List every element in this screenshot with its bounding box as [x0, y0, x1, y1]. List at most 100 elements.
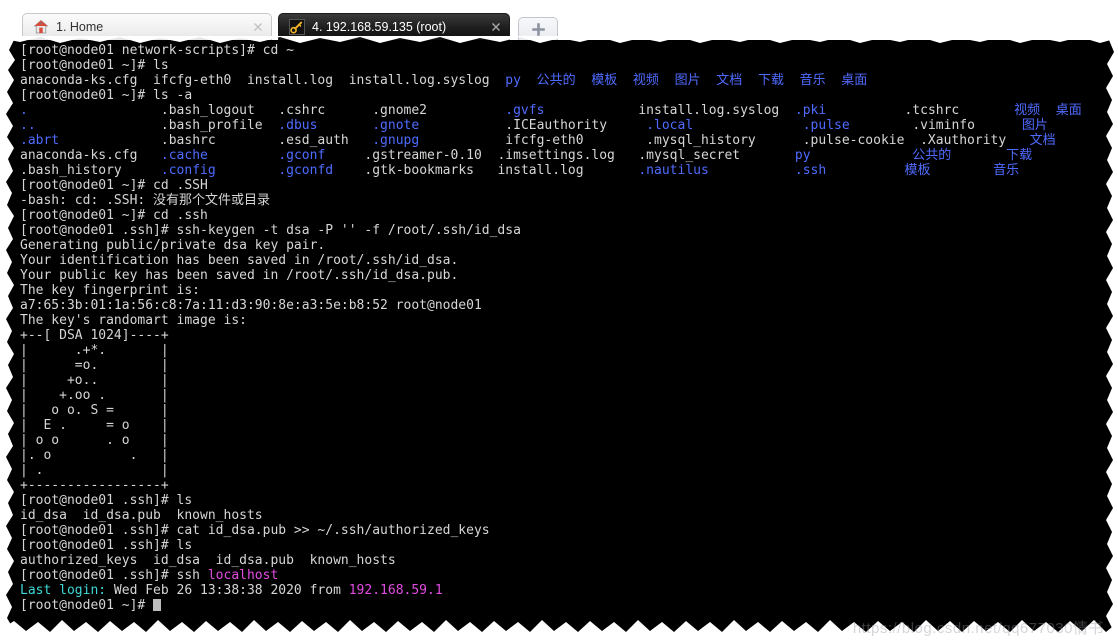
terminal-cursor	[153, 599, 162, 611]
terminal-text: 视频	[632, 73, 659, 88]
terminal-text: 视频	[1014, 103, 1041, 118]
terminal-line: [root@node01 ~]# ls -a	[20, 88, 1118, 103]
close-icon[interactable]	[489, 20, 503, 34]
terminal-text: 192.168.59.1	[348, 583, 443, 598]
terminal-text: .	[20, 103, 28, 118]
terminal-text: +--[ DSA 1024]----+	[20, 328, 169, 343]
terminal-text: .local	[646, 118, 694, 133]
terminal-line: | . |	[20, 463, 1118, 478]
terminal-text: The key's randomart image is:	[20, 313, 247, 328]
terminal-text: .bashrc .esd_auth	[59, 133, 373, 148]
terminal-text: .pki	[794, 103, 827, 118]
terminal-text: .tcshrc	[904, 103, 960, 118]
terminal-line: id_dsa id_dsa.pub known_hosts	[20, 508, 1118, 523]
terminal-text: 音乐	[993, 163, 1020, 178]
terminal-line: [root@node01 ~]# cd .ssh	[20, 208, 1118, 223]
terminal-text: [root@node01 ~]# cd .ssh	[20, 208, 208, 223]
terminal-line: | +.oo . |	[20, 388, 1118, 403]
terminal-text: .gstreamer-0.10 .imsettings.log .mysql_s…	[364, 148, 795, 163]
terminal-text: [root@node01 ~]# ls	[20, 58, 169, 73]
terminal-text: [root@node01 .ssh]# ssh-keygen -t dsa -P…	[20, 223, 521, 238]
terminal-text: | E . = o |	[20, 418, 169, 433]
terminal-line: [root@node01 .ssh]# ssh-keygen -t dsa -P…	[20, 223, 1118, 238]
terminal-text: .dbus	[278, 118, 318, 133]
terminal-text: .gtk-bookmarks install.log	[333, 163, 639, 178]
terminal-line: | +o.. |	[20, 373, 1118, 388]
terminal-text: .pulse	[802, 118, 850, 133]
terminal-text: anaconda-ks.cfg	[20, 148, 161, 163]
terminal-text: py	[794, 148, 811, 163]
terminal-text: .viminfo	[912, 118, 975, 133]
terminal-line: Your public key has been saved in /root/…	[20, 268, 1118, 283]
tab-ssh-session[interactable]: 4. 192.168.59.135 (root)	[278, 13, 510, 40]
terminal-text: py	[505, 73, 521, 88]
terminal-line: -bash: cd: .SSH: 没有那个文件或目录	[20, 193, 1118, 208]
terminal-line: | o o. S = |	[20, 403, 1118, 418]
terminal-line: +--[ DSA 1024]----+	[20, 328, 1118, 343]
terminal-line: [root@node01 .ssh]# ls	[20, 493, 1118, 508]
terminal-text: +-----------------+	[20, 478, 169, 493]
terminal-text: [root@node01 .ssh]# cat id_dsa.pub >> ~/…	[20, 523, 490, 538]
terminal-text: .gconf	[278, 148, 326, 163]
terminal-line: [root@node01 ~]#	[20, 598, 1118, 613]
terminal-line: Your identification has been saved in /r…	[20, 253, 1118, 268]
terminal-text: ifcfg-eth0 .mysql_history .pulse-cookie …	[419, 133, 1030, 148]
terminal-line: . .bash_logout .cshrc .gnome2 .gvfs inst…	[20, 103, 1118, 118]
terminal-line: +-----------------+	[20, 478, 1118, 493]
terminal-text: ..	[20, 118, 36, 133]
terminal-text: anaconda-ks.cfg ifcfg-eth0 install.log i…	[20, 73, 506, 88]
plus-icon	[531, 22, 545, 36]
terminal-line: The key's randomart image is:	[20, 313, 1118, 328]
terminal-text: .abrt	[20, 133, 60, 148]
terminal-line: authorized_keys id_dsa id_dsa.pub known_…	[20, 553, 1118, 568]
terminal-text: Last login:	[20, 583, 107, 598]
terminal-line: [root@node01 network-scripts]# cd ~	[20, 43, 1118, 58]
new-tab-button[interactable]	[518, 17, 558, 40]
terminal-text: -bash: cd: .SSH: 没有那个文件或目录	[20, 193, 271, 208]
terminal-body[interactable]: [root@node01 network-scripts]# cd ~ [root…	[0, 40, 1118, 642]
terminal-text: 公共的	[912, 148, 952, 163]
terminal-line: .bash_history .config .gconfd .gtk-bookm…	[20, 163, 1118, 178]
terminal-text: localhost	[207, 568, 279, 583]
close-icon[interactable]	[251, 20, 265, 34]
terminal-text: .gconfd	[278, 163, 334, 178]
terminal-text: Your public key has been saved in /root/…	[20, 268, 459, 283]
terminal-text: 下载	[1006, 148, 1033, 163]
terminal-text: [root@node01 ~]# cd .SSH	[20, 178, 208, 193]
terminal-text: 文档	[1029, 133, 1056, 148]
terminal-text: Your identification has been saved in /r…	[20, 253, 459, 268]
terminal-line: Last login: Wed Feb 26 13:38:38 2020 fro…	[20, 583, 1118, 598]
terminal-text: | +o.. |	[20, 373, 169, 388]
terminal-text: authorized_keys id_dsa id_dsa.pub known_…	[20, 553, 396, 568]
terminal-line: | E . = o |	[20, 418, 1118, 433]
terminal-line: The key fingerprint is:	[20, 283, 1118, 298]
terminal-line: [root@node01 .ssh]# cat id_dsa.pub >> ~/…	[20, 523, 1118, 538]
terminal-text: install.log.syslog	[544, 103, 795, 118]
terminal-line: | .+*. |	[20, 343, 1118, 358]
terminal-line: Generating public/private dsa key pair.	[20, 238, 1118, 253]
terminal-text: 音乐	[799, 73, 826, 88]
terminal-text: 图片	[1021, 118, 1048, 133]
terminal-text: .gvfs	[505, 103, 545, 118]
terminal-line: | o o . o |	[20, 433, 1118, 448]
terminal-text: .gnupg	[372, 133, 420, 148]
terminal-text: | +.oo . |	[20, 388, 169, 403]
terminal-line: .abrt .bashrc .esd_auth .gnupg ifcfg-eth…	[20, 133, 1118, 148]
terminal-text: .bash_logout .cshrc .gnome2	[160, 103, 427, 118]
tab-bar: 1. Home 4. 192.168.59.135 (root)	[0, 0, 1118, 40]
tab-home[interactable]: 1. Home	[22, 13, 272, 40]
terminal-text: 桌面	[1055, 103, 1082, 118]
